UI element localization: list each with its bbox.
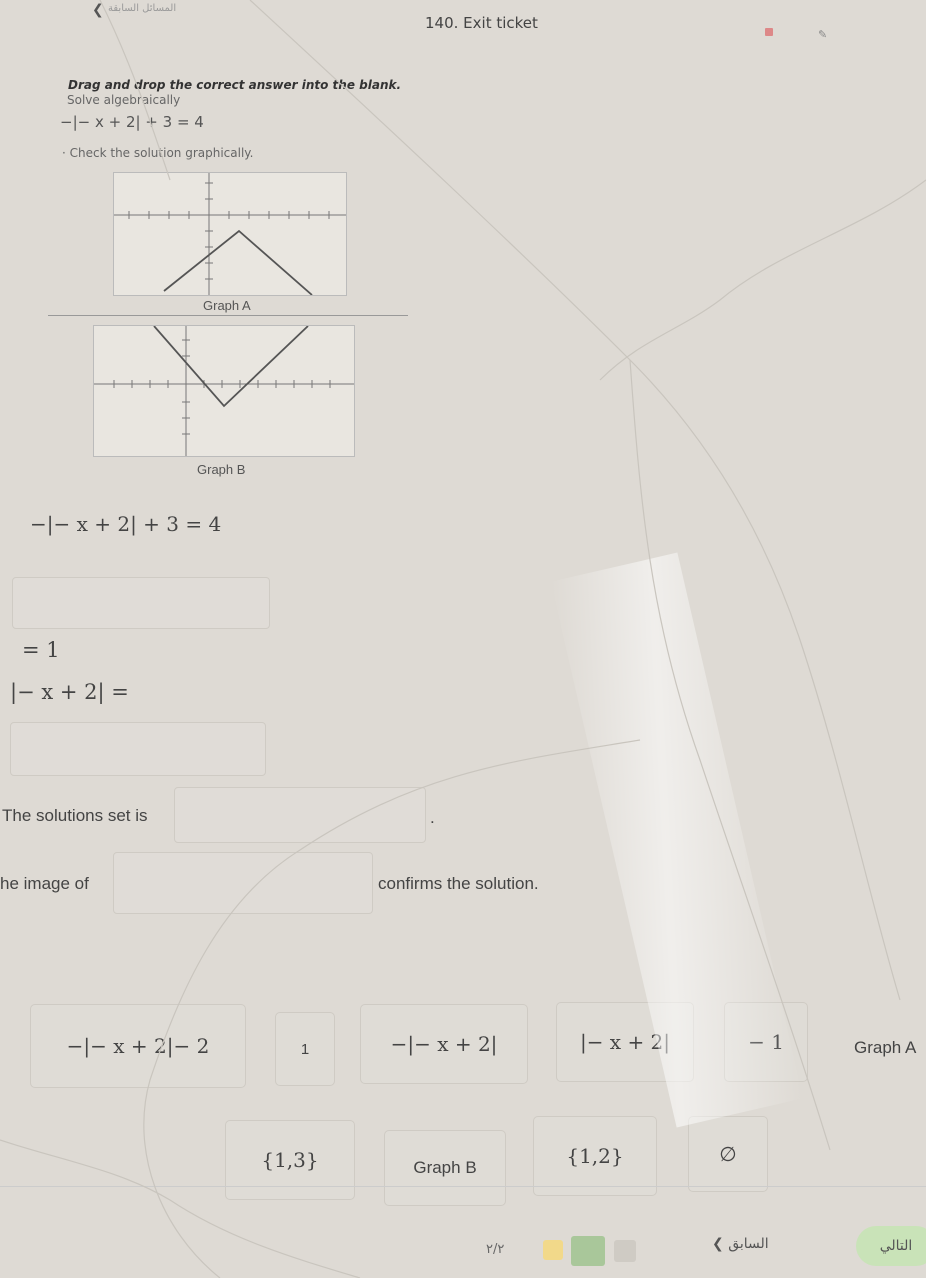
image-of-label: he image of [0,874,89,893]
back-chevron-icon[interactable]: ❮ [92,2,104,18]
choice-neg-abs[interactable]: −|− x + 2| [360,1004,528,1084]
check-label: · Check the solution graphically. [62,146,254,160]
blank-step-2[interactable] [10,722,266,776]
graph-a [113,172,347,296]
choice-set-1-3[interactable]: {1,3} [225,1120,355,1200]
graph-a-curve [163,229,313,295]
previous-button[interactable]: ❮ السابق [712,1236,769,1252]
breadcrumb[interactable]: المسائل السابقة [108,3,176,14]
solutions-label: The solutions set is [2,806,148,825]
choice-graph-a[interactable]: Graph A [854,1038,916,1058]
solutions-period: . [430,808,435,827]
graph-a-label: Graph A [203,298,251,313]
choice-graph-b[interactable]: Graph B [384,1130,506,1206]
equation-main: −|− x + 2| + 3 = 4 [30,512,222,536]
equation-equals-one: = 1 [22,638,60,662]
equation-abs-equals: |− x + 2| = [10,680,129,704]
graph-a-plot [114,173,346,295]
footer-divider [0,1186,926,1187]
blank-step-1[interactable] [12,577,270,629]
equation-small: −|− x + 2| + 3 = 4 [60,113,204,131]
graph-b-label: Graph B [197,462,246,477]
pen-icon[interactable]: ✎ [818,28,827,41]
choice-one[interactable]: 1 [275,1012,335,1086]
solve-label: Solve algebraically [67,93,181,107]
next-button[interactable]: التالي [856,1226,926,1266]
graph-b-plot [94,326,354,456]
confirms-label: confirms the solution. [378,874,539,893]
question-instruction: Drag and drop the correct answer into th… [68,78,402,92]
choice-set-1-2[interactable]: {1,2} [533,1116,657,1196]
page-title: 140. Exit ticket [425,14,538,32]
progress-dot-3[interactable] [614,1240,636,1262]
progress-dot-1[interactable] [543,1240,563,1260]
blank-graph[interactable] [113,852,373,914]
graph-b [93,325,355,457]
graph-b-curve [153,326,309,408]
progress-dot-2[interactable] [571,1236,605,1266]
choice-empty-set[interactable]: ∅ [688,1116,768,1192]
page-indicator: ٢/٢ [486,1242,505,1257]
divider [48,315,408,316]
previous-label: السابق [728,1236,769,1252]
choice-neg-abs-minus-2[interactable]: −|− x + 2|− 2 [30,1004,246,1088]
blank-solutions[interactable] [174,787,426,843]
flag-icon[interactable] [765,28,773,36]
